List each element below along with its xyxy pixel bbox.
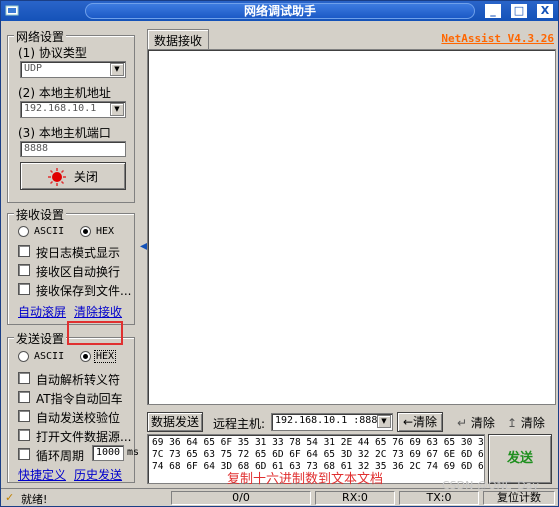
- arrow-turn-icon: ↵: [457, 416, 468, 430]
- send-loop-checkbox[interactable]: [18, 448, 30, 460]
- protocol-label: (1) 协议类型: [18, 46, 87, 60]
- chevron-down-icon[interactable]: ▼: [377, 415, 391, 428]
- clear-history-button[interactable]: ↵ 清除: [457, 414, 495, 431]
- network-settings-title: 网络设置: [14, 28, 67, 45]
- status-count: 0/0: [171, 491, 311, 505]
- send-line: 7C 73 65 63 75 72 65 6D 6F 64 65 3D 32 2…: [152, 449, 485, 460]
- local-ip-label: (2) 本地主机地址: [18, 86, 111, 100]
- receive-save-file-checkbox[interactable]: [18, 283, 30, 295]
- receive-area: 数据接收 NetAssist V4.3.26: [147, 29, 556, 407]
- receive-textarea[interactable]: [147, 49, 556, 405]
- send-loop-unit: ms: [127, 447, 140, 458]
- status-ready: 就绪!: [21, 493, 48, 506]
- receive-log-mode-checkbox[interactable]: [18, 245, 30, 257]
- annotation-note: 复制十六进制数到文本文档: [227, 472, 384, 487]
- status-icon: ✓: [5, 491, 15, 504]
- receive-settings-title: 接收设置: [14, 206, 67, 223]
- local-port-input[interactable]: 8888: [20, 141, 126, 157]
- receive-save-file-label: 接收保存到文件...: [36, 284, 132, 298]
- send-escape-label: 自动解析转义符: [36, 373, 121, 387]
- receive-hex-label: HEX: [96, 226, 115, 237]
- clear-send-button[interactable]: ←清除: [397, 412, 443, 432]
- protocol-value: UDP: [24, 63, 43, 74]
- app-window: 网络调试助手 _ □ X 网络设置 (1) 协议类型 UDP ▼ (2) 本地主…: [0, 0, 559, 507]
- tab-receive[interactable]: 数据接收: [147, 29, 210, 49]
- send-checksum-checkbox[interactable]: [18, 410, 30, 422]
- send-file-source-checkbox[interactable]: [18, 429, 30, 441]
- remote-host-select[interactable]: 192.168.10.1 :888 ▼: [271, 413, 393, 431]
- protocol-select[interactable]: UDP ▼: [20, 61, 126, 78]
- receive-ascii-radio[interactable]: [18, 226, 29, 237]
- send-loop-input[interactable]: 1000: [92, 445, 124, 461]
- title-bar[interactable]: 网络调试助手 _ □ X: [1, 1, 558, 21]
- send-ascii-radio[interactable]: [18, 351, 29, 362]
- send-loop-label: 循环周期: [36, 449, 85, 463]
- receive-settings-group: 接收设置 ASCII HEX 按日志模式显示 接收区自动换行 接收保存到文件..…: [7, 206, 135, 325]
- status-light-icon: [48, 167, 67, 186]
- history-link[interactable]: 历史发送: [74, 466, 122, 483]
- arrow-up-icon: ↥: [507, 416, 518, 430]
- settings-panel: 网络设置 (1) 协议类型 UDP ▼ (2) 本地主机地址 192.168.1…: [3, 23, 139, 485]
- network-settings-group: 网络设置 (1) 协议类型 UDP ▼ (2) 本地主机地址 192.168.1…: [7, 28, 135, 203]
- clear-receive-link[interactable]: 清除接收: [74, 303, 122, 320]
- receive-ascii-label: ASCII: [34, 226, 65, 237]
- receive-log-mode-label: 按日志模式显示: [36, 246, 121, 260]
- send-line: 69 36 64 65 6F 35 31 33 78 54 31 2E 44 6…: [152, 437, 485, 448]
- maximize-button[interactable]: □: [511, 4, 527, 18]
- send-checksum-label: 自动发送校验位: [36, 411, 121, 425]
- receive-hex-radio[interactable]: [80, 226, 91, 237]
- watermark: CSDN @ONE_Day: [442, 479, 539, 492]
- close-connection-label: 关闭: [73, 169, 98, 184]
- app-icon: [5, 4, 19, 18]
- auto-scroll-link[interactable]: 自动滚屏: [18, 303, 66, 320]
- send-button[interactable]: 发送: [488, 434, 552, 484]
- close-window-button[interactable]: X: [537, 4, 553, 18]
- clear-send-label: 清除: [413, 415, 438, 429]
- send-toolbar: 数据发送 远程主机: 192.168.10.1 :888 ▼ ←清除 ↵ 清除 …: [147, 412, 556, 432]
- local-port-label: (3) 本地主机端口: [18, 126, 111, 140]
- tab-send[interactable]: 数据发送: [147, 412, 203, 432]
- shortcut-link[interactable]: 快捷定义: [18, 466, 66, 483]
- chevron-down-icon[interactable]: ▼: [110, 63, 124, 76]
- close-connection-button[interactable]: 关闭: [20, 162, 126, 190]
- hex-highlight-box: [67, 321, 123, 345]
- send-settings-group: 发送设置 ASCII HEX 自动解析转义符 AT指令自动回车 自动发送校验位 …: [7, 330, 139, 483]
- local-ip-value: 192.168.10.1: [24, 103, 97, 114]
- receive-auto-wrap-checkbox[interactable]: [18, 264, 30, 276]
- status-tx: TX:0: [399, 491, 479, 505]
- reset-count-button[interactable]: 复位计数: [483, 491, 555, 505]
- brand-link[interactable]: NetAssist V4.3.26: [441, 32, 554, 45]
- send-escape-checkbox[interactable]: [18, 372, 30, 384]
- send-hex-label: HEX: [94, 350, 117, 363]
- send-file-source-label: 打开文件数据源...: [36, 430, 132, 444]
- status-rx: RX:0: [315, 491, 395, 505]
- remote-host-value: 192.168.10.1 :888: [275, 415, 378, 426]
- send-at-return-label: AT指令自动回车: [36, 392, 123, 406]
- arrow-left-icon: ←: [402, 415, 414, 429]
- remote-host-label: 远程主机:: [213, 417, 266, 431]
- panel-splitter[interactable]: ◀: [140, 217, 148, 273]
- send-settings-title: 发送设置: [14, 330, 67, 347]
- chevron-down-icon[interactable]: ▼: [110, 103, 124, 116]
- window-title: 网络调试助手: [85, 3, 475, 19]
- receive-auto-wrap-label: 接收区自动换行: [36, 265, 121, 279]
- send-at-return-checkbox[interactable]: [18, 391, 30, 403]
- minimize-button[interactable]: _: [485, 4, 501, 18]
- clear-all-label: 清除: [520, 416, 545, 430]
- clear-history-label: 清除: [470, 416, 495, 430]
- local-ip-select[interactable]: 192.168.10.1 ▼: [20, 101, 126, 118]
- send-hex-radio[interactable]: [80, 351, 91, 362]
- send-ascii-label: ASCII: [34, 351, 65, 362]
- clear-all-button[interactable]: ↥ 清除: [507, 414, 545, 431]
